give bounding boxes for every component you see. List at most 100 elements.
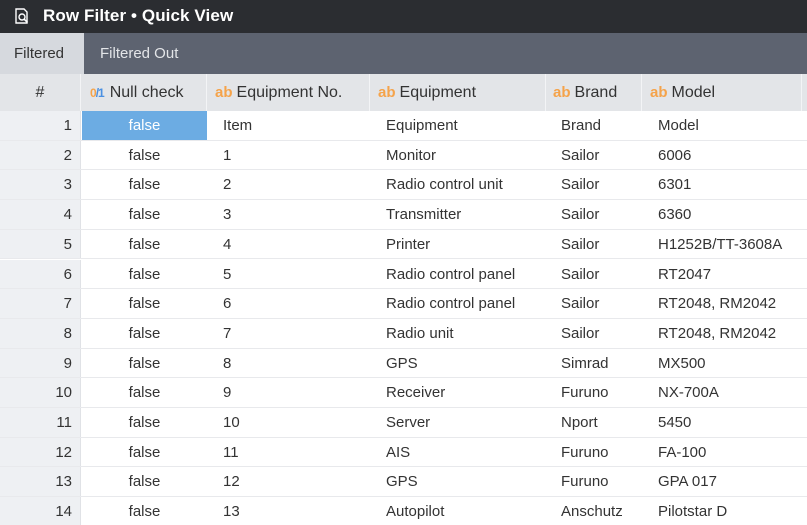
- table-row[interactable]: 1 false Item Equipment Brand Model: [0, 111, 807, 141]
- equipment-no-cell[interactable]: 4: [207, 229, 370, 259]
- equipment-cell[interactable]: Autopilot: [370, 497, 546, 525]
- column-header-null-check[interactable]: 0/1 Null check: [82, 74, 207, 111]
- row-number[interactable]: 13: [0, 467, 81, 497]
- tab-filtered[interactable]: Filtered: [0, 33, 84, 74]
- null-check-cell[interactable]: false: [82, 111, 207, 140]
- model-cell[interactable]: FA-100: [642, 437, 807, 467]
- null-check-cell[interactable]: false: [82, 289, 207, 318]
- equipment-no-cell[interactable]: 13: [207, 497, 370, 525]
- equipment-no-cell[interactable]: 10: [207, 408, 370, 437]
- row-number[interactable]: 12: [0, 437, 81, 467]
- model-cell[interactable]: 5450: [642, 408, 807, 437]
- table-row[interactable]: 6 false 5 Radio control panel Sailor RT2047: [0, 259, 807, 290]
- null-check-cell[interactable]: false: [82, 378, 207, 407]
- null-check-cell[interactable]: false: [82, 229, 207, 259]
- null-check-cell[interactable]: false: [82, 497, 207, 525]
- equipment-no-cell[interactable]: 3: [207, 200, 370, 229]
- row-number[interactable]: 1: [0, 111, 81, 140]
- equipment-no-cell[interactable]: 11: [207, 437, 370, 467]
- brand-cell[interactable]: Furuno: [546, 467, 642, 497]
- row-number[interactable]: 11: [0, 408, 81, 437]
- null-check-cell[interactable]: false: [82, 140, 207, 170]
- table-row[interactable]: 2 false 1 Monitor Sailor 6006: [0, 140, 807, 171]
- equipment-no-cell[interactable]: Item: [207, 111, 370, 140]
- null-check-cell[interactable]: false: [82, 467, 207, 497]
- table-row[interactable]: 13 false 12 GPS Furuno GPA 017: [0, 467, 807, 498]
- null-check-cell[interactable]: false: [82, 437, 207, 467]
- table-row[interactable]: 12 false 11 AIS Furuno FA-100: [0, 437, 807, 468]
- brand-cell[interactable]: Sailor: [546, 289, 642, 318]
- model-cell[interactable]: RT2048, RM2042: [642, 318, 807, 348]
- row-number[interactable]: 14: [0, 497, 81, 525]
- null-check-cell[interactable]: false: [82, 200, 207, 229]
- row-number[interactable]: 4: [0, 200, 81, 229]
- table-row[interactable]: 11 false 10 Server Nport 5450: [0, 408, 807, 438]
- model-cell[interactable]: 6006: [642, 140, 807, 170]
- brand-cell[interactable]: Sailor: [546, 170, 642, 200]
- brand-cell[interactable]: Sailor: [546, 200, 642, 229]
- equipment-cell[interactable]: Equipment: [370, 111, 546, 140]
- brand-cell[interactable]: Brand: [546, 111, 642, 140]
- model-cell[interactable]: RT2048, RM2042: [642, 289, 807, 318]
- table-row[interactable]: 5 false 4 Printer Sailor H1252B/TT-3608A: [0, 229, 807, 260]
- null-check-cell[interactable]: false: [82, 348, 207, 378]
- row-number[interactable]: 10: [0, 378, 81, 407]
- brand-cell[interactable]: Anschutz: [546, 497, 642, 525]
- column-header-equipment[interactable]: ab Equipment: [370, 74, 546, 111]
- brand-cell[interactable]: Furuno: [546, 378, 642, 407]
- equipment-no-cell[interactable]: 2: [207, 170, 370, 200]
- row-number[interactable]: 8: [0, 318, 81, 348]
- row-number[interactable]: 6: [0, 259, 81, 289]
- equipment-cell[interactable]: Radio control panel: [370, 259, 546, 289]
- row-number[interactable]: 2: [0, 140, 81, 170]
- equipment-cell[interactable]: Server: [370, 408, 546, 437]
- brand-cell[interactable]: Sailor: [546, 259, 642, 289]
- model-cell[interactable]: Pilotstar D: [642, 497, 807, 525]
- row-number[interactable]: 9: [0, 348, 81, 378]
- equipment-no-cell[interactable]: 8: [207, 348, 370, 378]
- table-row[interactable]: 14 false 13 Autopilot Anschutz Pilotstar D: [0, 497, 807, 525]
- equipment-cell[interactable]: Transmitter: [370, 200, 546, 229]
- equipment-cell[interactable]: GPS: [370, 467, 546, 497]
- brand-cell[interactable]: Furuno: [546, 437, 642, 467]
- model-cell[interactable]: RT2047: [642, 259, 807, 289]
- null-check-cell[interactable]: false: [82, 318, 207, 348]
- equipment-cell[interactable]: Radio control unit: [370, 170, 546, 200]
- null-check-cell[interactable]: false: [82, 259, 207, 289]
- equipment-cell[interactable]: AIS: [370, 437, 546, 467]
- tab-filtered-out[interactable]: Filtered Out: [86, 33, 192, 74]
- model-cell[interactable]: H1252B/TT-3608A: [642, 229, 807, 259]
- model-cell[interactable]: NX-700A: [642, 378, 807, 407]
- equipment-no-cell[interactable]: 6: [207, 289, 370, 318]
- column-header-brand[interactable]: ab Brand: [546, 74, 642, 111]
- equipment-cell[interactable]: Receiver: [370, 378, 546, 407]
- brand-cell[interactable]: Sailor: [546, 140, 642, 170]
- brand-cell[interactable]: Simrad: [546, 348, 642, 378]
- null-check-cell[interactable]: false: [82, 170, 207, 200]
- column-header-equipment-no[interactable]: ab Equipment No.: [207, 74, 370, 111]
- row-number[interactable]: 3: [0, 170, 81, 200]
- model-cell[interactable]: GPA 017: [642, 467, 807, 497]
- brand-cell[interactable]: Nport: [546, 408, 642, 437]
- table-row[interactable]: 9 false 8 GPS Simrad MX500: [0, 348, 807, 379]
- table-row[interactable]: 4 false 3 Transmitter Sailor 6360: [0, 200, 807, 230]
- equipment-cell[interactable]: Printer: [370, 229, 546, 259]
- model-cell[interactable]: 6301: [642, 170, 807, 200]
- equipment-no-cell[interactable]: 1: [207, 140, 370, 170]
- row-number[interactable]: 5: [0, 229, 81, 259]
- table-row[interactable]: 8 false 7 Radio unit Sailor RT2048, RM2042: [0, 318, 807, 349]
- brand-cell[interactable]: Sailor: [546, 318, 642, 348]
- equipment-cell[interactable]: GPS: [370, 348, 546, 378]
- table-row[interactable]: 10 false 9 Receiver Furuno NX-700A: [0, 378, 807, 408]
- row-number[interactable]: 7: [0, 289, 81, 318]
- column-header-rownum[interactable]: #: [0, 74, 81, 111]
- model-cell[interactable]: MX500: [642, 348, 807, 378]
- model-cell[interactable]: 6360: [642, 200, 807, 229]
- equipment-no-cell[interactable]: 5: [207, 259, 370, 289]
- equipment-no-cell[interactable]: 9: [207, 378, 370, 407]
- table-row[interactable]: 3 false 2 Radio control unit Sailor 6301: [0, 170, 807, 201]
- null-check-cell[interactable]: false: [82, 408, 207, 437]
- table-row[interactable]: 7 false 6 Radio control panel Sailor RT2048, …: [0, 289, 807, 319]
- equipment-cell[interactable]: Monitor: [370, 140, 546, 170]
- equipment-no-cell[interactable]: 12: [207, 467, 370, 497]
